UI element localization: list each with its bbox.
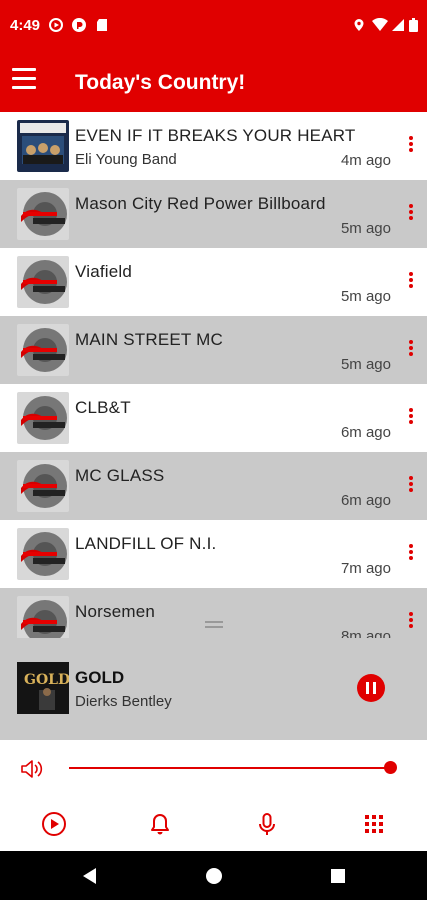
back-icon[interactable] (80, 866, 100, 886)
station-logo-thumbnail (17, 596, 69, 638)
played-time: 5m ago (340, 288, 391, 305)
played-time: 6m ago (340, 424, 391, 441)
system-navigation-bar (0, 851, 427, 900)
station-logo-thumbnail (17, 528, 69, 580)
played-time: 4m ago (340, 152, 391, 169)
status-time: 4:49 (10, 17, 41, 34)
now-playing-title: GOLD (75, 668, 125, 687)
more-options-icon[interactable] (405, 272, 417, 292)
bell-icon[interactable] (146, 810, 174, 838)
grid-icon[interactable] (360, 810, 388, 838)
played-time: 5m ago (340, 356, 391, 373)
station-logo-thumbnail (17, 460, 69, 512)
played-time: 5m ago (340, 220, 391, 237)
more-options-icon[interactable] (405, 544, 417, 564)
wifi-icon (372, 18, 388, 31)
album-art-thumbnail (17, 120, 69, 172)
recents-icon[interactable] (328, 866, 348, 886)
volume-icon[interactable] (20, 758, 44, 780)
list-item[interactable]: CLB&T 6m ago (0, 384, 427, 452)
list-item[interactable]: Viafield 5m ago (0, 248, 427, 316)
bottom-navigation (0, 796, 427, 851)
played-time: 8m ago (340, 628, 391, 638)
more-options-icon[interactable] (405, 136, 417, 156)
song-title: LANDFILL OF N.I. (75, 534, 217, 553)
pocket-casts-icon (72, 18, 86, 32)
drag-handle-icon[interactable] (205, 621, 223, 629)
station-logo-thumbnail (17, 392, 69, 444)
more-options-icon[interactable] (405, 408, 417, 428)
more-options-icon[interactable] (405, 612, 417, 632)
now-playing-album-art: GOLD (17, 662, 69, 714)
volume-slider-track[interactable] (69, 767, 391, 769)
now-playing-bar[interactable]: GOLD GOLD Dierks Bentley (0, 638, 427, 740)
app-bar: Today's Country! (0, 52, 427, 112)
more-options-icon[interactable] (405, 476, 417, 496)
recently-played-list[interactable]: EVEN IF IT BREAKS YOUR HEART Eli Young B… (0, 112, 427, 638)
list-item[interactable]: Mason City Red Power Billboard 5m ago (0, 180, 427, 248)
list-item[interactable]: LANDFILL OF N.I. 7m ago (0, 520, 427, 588)
now-playing-artist: Dierks Bentley (75, 693, 172, 710)
signal-icon (392, 19, 404, 31)
list-item[interactable]: Norsemen 8m ago (0, 588, 427, 638)
list-item[interactable]: EVEN IF IT BREAKS YOUR HEART Eli Young B… (0, 112, 427, 180)
battery-icon (409, 18, 418, 32)
microphone-icon[interactable] (253, 810, 281, 838)
volume-slider-thumb[interactable] (384, 761, 397, 774)
song-title: EVEN IF IT BREAKS YOUR HEART (75, 126, 356, 145)
song-title: Norsemen (75, 602, 156, 621)
song-title: MAIN STREET MC (75, 330, 223, 349)
more-options-icon[interactable] (405, 340, 417, 360)
song-title: Mason City Red Power Billboard (75, 194, 326, 213)
page-title: Today's Country! (75, 71, 246, 94)
station-logo-thumbnail (17, 256, 69, 308)
played-time: 6m ago (340, 492, 391, 509)
album-art-text: GOLD (24, 672, 69, 688)
list-item[interactable]: MC GLASS 6m ago (0, 452, 427, 520)
list-item[interactable]: MAIN STREET MC 5m ago (0, 316, 427, 384)
volume-control (0, 740, 427, 796)
song-artist: Eli Young Band (75, 151, 177, 168)
play-circle-icon (49, 18, 63, 32)
song-title: CLB&T (75, 398, 131, 417)
home-icon[interactable] (204, 866, 224, 886)
station-logo-thumbnail (17, 324, 69, 376)
status-bar: 4:49 (0, 0, 427, 52)
play-circle-icon[interactable] (40, 810, 68, 838)
played-time: 7m ago (340, 560, 391, 577)
more-options-icon[interactable] (405, 204, 417, 224)
location-icon (354, 19, 364, 31)
station-logo-thumbnail (17, 188, 69, 240)
pause-button[interactable] (357, 674, 385, 702)
song-title: Viafield (75, 262, 133, 281)
sd-card-icon (97, 19, 107, 31)
hamburger-menu-icon[interactable] (12, 68, 36, 92)
song-title: MC GLASS (75, 466, 165, 485)
